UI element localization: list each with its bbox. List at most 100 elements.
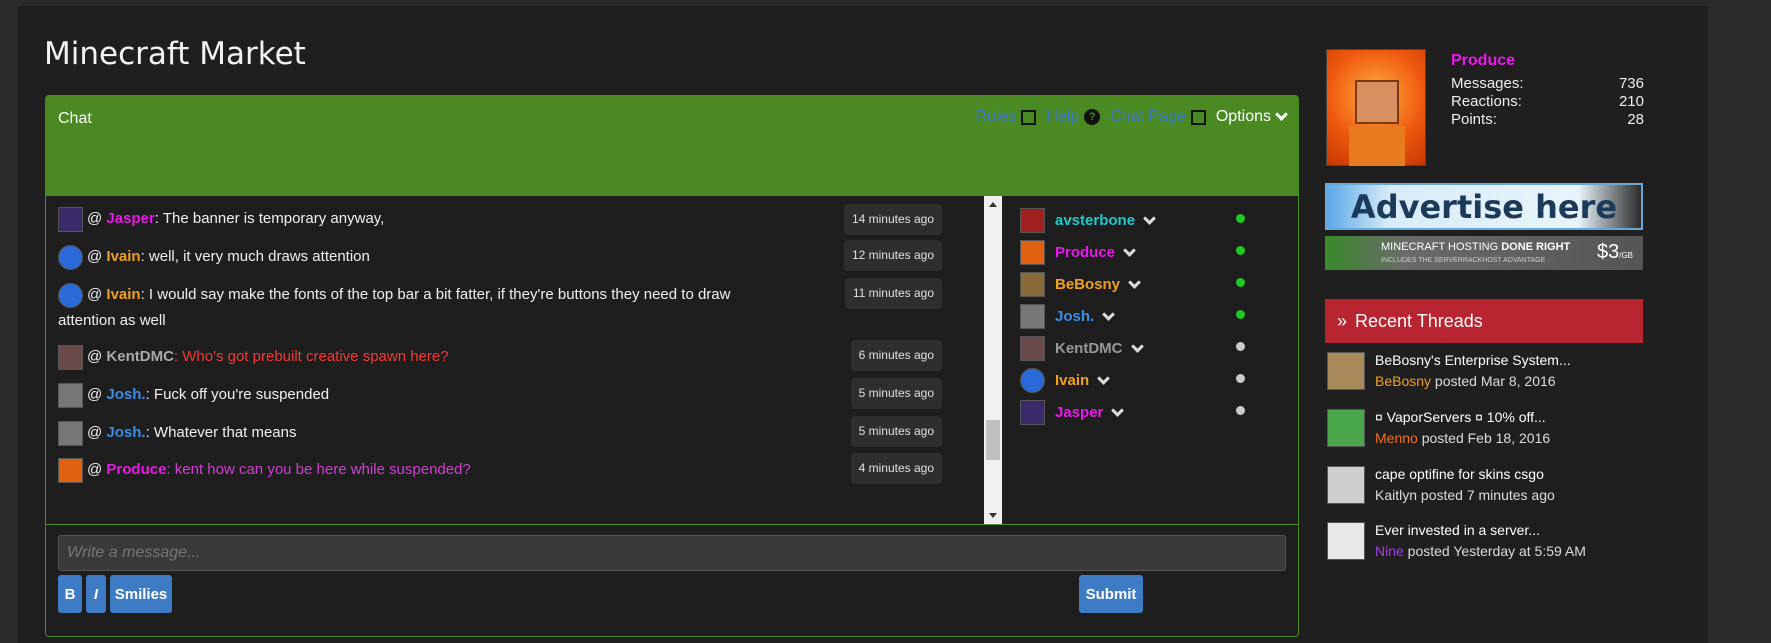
thread-item: cape optifine for skins csgo Kaitlyn pos… <box>1325 466 1645 514</box>
message-user[interactable]: Ivain <box>106 248 140 265</box>
online-user[interactable]: Jasper <box>1020 400 1125 425</box>
chevron-down-icon[interactable] <box>1130 339 1144 353</box>
thread-user[interactable]: Menno <box>1375 430 1418 446</box>
message-text: : kent how can you be here while suspend… <box>166 461 471 478</box>
avatar <box>1020 368 1045 393</box>
profile-avatar[interactable] <box>1326 49 1426 166</box>
online-user[interactable]: KentDMC <box>1020 336 1144 361</box>
avatar[interactable] <box>1327 522 1365 560</box>
chat-header-links: Rules Help? Chat Page Options <box>975 108 1288 126</box>
chat-box: Chat Rules Help? Chat Page Options @ Jas… <box>45 95 1299 637</box>
message-text-continued: attention as well <box>58 311 166 329</box>
scroll-down-icon[interactable] <box>989 513 997 518</box>
chevron-down-icon[interactable] <box>1111 403 1125 417</box>
message-input[interactable] <box>58 535 1286 571</box>
italic-button[interactable]: I <box>86 575 106 613</box>
submit-button[interactable]: Submit <box>1079 575 1143 613</box>
help-link-label: Help <box>1046 108 1080 125</box>
chevron-down-icon[interactable] <box>1123 243 1136 257</box>
message-text: : well, it very much draws attention <box>140 248 370 265</box>
online-user[interactable]: Ivain <box>1020 368 1111 393</box>
avatar[interactable] <box>1327 409 1365 447</box>
stat-points[interactable]: Points: 28 <box>1451 111 1644 129</box>
thread-meta: Kaitlyn posted 7 minutes ago <box>1375 487 1555 503</box>
stat-reactions[interactable]: Reactions: 210 <box>1451 93 1644 111</box>
avatar[interactable] <box>58 244 83 270</box>
online-user-name: BeBosny <box>1055 276 1121 293</box>
options-label: Options <box>1215 108 1271 125</box>
scroll-up-icon[interactable] <box>989 202 997 207</box>
thread-user[interactable]: Nine <box>1375 543 1404 559</box>
avatar[interactable] <box>1327 352 1365 390</box>
thread-title[interactable]: BeBosny's Enterprise System... <box>1375 352 1571 368</box>
recent-threads-header: » Recent Threads <box>1325 299 1643 343</box>
smilies-button[interactable]: Smilies <box>110 575 172 613</box>
chevron-down-icon[interactable] <box>1097 371 1111 385</box>
stat-messages[interactable]: Messages: 736 <box>1451 75 1644 93</box>
message-user[interactable]: Josh. <box>106 424 145 441</box>
options-dropdown[interactable]: Options <box>1215 108 1288 126</box>
message-time: 5 minutes ago <box>850 378 942 409</box>
ad-subline: INCLUDES THE SERVERRACKHOST ADVANTAGE <box>1381 257 1546 264</box>
avatar[interactable] <box>58 282 83 308</box>
ad-price: $3/GB <box>1597 241 1633 264</box>
thread-meta-text: posted 7 minutes ago <box>1417 487 1555 503</box>
ad-price-unit: /GB <box>1619 251 1633 260</box>
at-sign: @ <box>87 386 107 403</box>
chat-message: @ Josh.: Fuck off you're suspended 5 min… <box>58 378 958 409</box>
thread-user[interactable]: BeBosny <box>1375 373 1431 389</box>
thread-title[interactable]: cape optifine for skins csgo <box>1375 466 1544 482</box>
page-title: Minecraft Market <box>44 36 306 72</box>
thread-title[interactable]: ¤ VaporServers ¤ 10% off... <box>1375 409 1546 425</box>
avatar[interactable] <box>58 457 83 483</box>
rules-link[interactable]: Rules <box>975 108 1037 126</box>
ad-headline-bold: DONE RIGHT <box>1501 241 1571 253</box>
online-user[interactable]: BeBosny <box>1020 272 1141 297</box>
message-list[interactable]: @ Jasper: The banner is temporary anyway… <box>46 196 981 524</box>
scroll-thumb[interactable] <box>986 420 1000 460</box>
thread-title[interactable]: Ever invested in a server... <box>1375 522 1540 538</box>
profile-name[interactable]: Produce <box>1451 52 1515 70</box>
avatar[interactable] <box>58 206 83 232</box>
avatar[interactable] <box>58 344 83 370</box>
at-sign: @ <box>87 461 107 478</box>
message-user[interactable]: KentDMC <box>106 348 174 365</box>
avatar[interactable] <box>1327 466 1365 504</box>
chat-header: Chat Rules Help? Chat Page Options <box>46 96 1298 196</box>
thread-user[interactable]: Kaitlyn <box>1375 487 1417 503</box>
chevron-down-icon[interactable] <box>1143 211 1156 225</box>
advertise-banner[interactable]: Advertise here <box>1325 183 1643 230</box>
book-icon <box>1021 109 1037 125</box>
rules-link-label: Rules <box>975 108 1017 125</box>
chevron-down-icon[interactable] <box>1102 307 1116 321</box>
chat-message: @ Jasper: The banner is temporary anyway… <box>58 204 958 235</box>
online-user[interactable]: avsterbone <box>1020 208 1156 233</box>
message-user[interactable]: Produce <box>106 461 166 478</box>
online-user[interactable]: Josh. <box>1020 304 1116 329</box>
message-text: : Fuck off you're suspended <box>145 386 330 403</box>
message-text: : The banner is temporary anyway, <box>154 210 385 227</box>
stat-value: 210 <box>1618 93 1644 110</box>
external-link-icon <box>1190 109 1206 125</box>
question-icon: ? <box>1084 109 1101 125</box>
avatar <box>1020 304 1045 329</box>
online-user-name: Jasper <box>1055 404 1104 421</box>
message-scrollbar[interactable] <box>984 196 1002 524</box>
message-user[interactable]: Jasper <box>106 210 154 227</box>
avatar[interactable] <box>58 420 83 446</box>
message-user[interactable]: Ivain <box>106 286 140 303</box>
help-link[interactable]: Help? <box>1046 108 1101 126</box>
thread-meta-text: posted Mar 8, 2016 <box>1431 373 1556 389</box>
online-user[interactable]: Produce <box>1020 240 1136 265</box>
status-online-dot <box>1236 310 1245 319</box>
at-sign: @ <box>87 286 107 303</box>
bold-button[interactable]: B <box>58 575 82 613</box>
message-time: 5 minutes ago <box>850 416 942 447</box>
online-user-name: KentDMC <box>1055 340 1123 357</box>
chat-page-link[interactable]: Chat Page <box>1110 108 1206 126</box>
avatar[interactable] <box>58 382 83 408</box>
recent-threads-title[interactable]: Recent Threads <box>1355 311 1483 332</box>
chevron-down-icon[interactable] <box>1128 275 1141 289</box>
hosting-ad-banner[interactable]: MINECRAFT HOSTING DONE RIGHT INCLUDES TH… <box>1325 236 1643 270</box>
message-user[interactable]: Josh. <box>106 386 145 403</box>
